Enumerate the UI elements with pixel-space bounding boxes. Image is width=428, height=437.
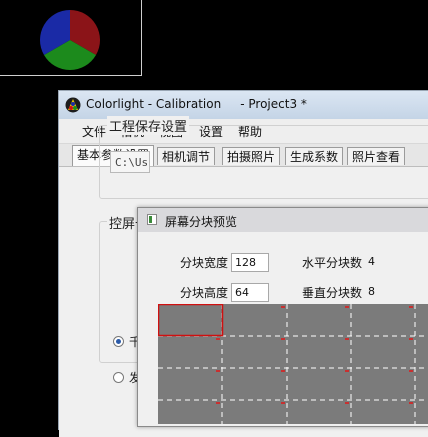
dialog-title-bar: 屏幕分块预览 [138,208,428,232]
grid-svg [158,304,428,424]
rgb-pie-icon [40,10,100,70]
h-count-label: 水平分块数 [302,256,363,270]
block-width-label: 分块宽度 [180,256,229,270]
v-count-label: 垂直分块数 [302,286,363,300]
block-preview-dialog: 屏幕分块预览 分块宽度 128 水平分块数 4 分块高度 64 垂直分块数 8 [137,207,428,427]
v-count-value: 8 [368,285,375,298]
title-bar: Colorlight - Calibration - Project3 * [59,91,428,119]
window-title: Colorlight - Calibration - Project3 * [86,97,307,111]
color-preview-panel [0,0,142,76]
block-preview-grid[interactable] [158,304,428,424]
save-path-input[interactable]: C:\Us [110,151,150,173]
colorlight-logo-icon [65,97,81,113]
dialog-window-icon [147,214,157,225]
project-save-group-title: 工程保存设置 [107,116,190,135]
h-count-value: 4 [368,255,375,268]
block-height-label: 分块高度 [180,286,229,300]
dialog-title: 屏幕分块预览 [165,215,238,229]
block-height-input[interactable]: 64 [231,283,269,302]
radio-option-1[interactable] [113,336,124,347]
block-width-input[interactable]: 128 [231,253,269,272]
radio-option-2[interactable] [113,372,124,383]
